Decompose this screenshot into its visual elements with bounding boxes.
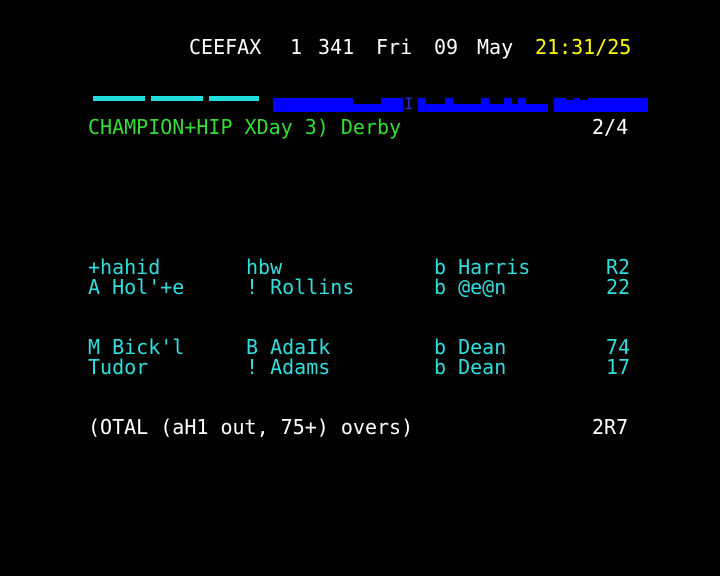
title-line: CHAMPION+HIP XDay 3) Derby 2/4 — [0, 117, 628, 137]
page-sub: 1 — [290, 35, 303, 59]
bowler: b Dean — [434, 335, 507, 359]
table-row: Tudor ! Adams b Dean 17 — [0, 357, 630, 377]
dismissal: hbw — [246, 255, 283, 279]
band-block — [381, 98, 403, 106]
batsman-name: +hahid — [88, 255, 161, 279]
band-block — [481, 98, 489, 104]
clock: 21:31/25 — [535, 35, 632, 59]
subpage-counter: 2/4 — [592, 115, 629, 139]
band-dash — [209, 96, 259, 101]
batsman-name: M Bick'l — [88, 335, 185, 359]
batsman-name: A Hol'+e — [88, 275, 185, 299]
band-marker-glyph: I — [404, 94, 414, 113]
band-block — [445, 98, 453, 104]
table-row: A Hol'+e ! Rollins b @e@n 22 — [0, 277, 630, 297]
band-block — [504, 98, 512, 104]
service-name: CEEFAX — [189, 35, 262, 59]
total-label: (OTAL (aH1 out, 75+) overs) — [88, 415, 414, 439]
dismissal: ! Rollins — [246, 275, 355, 299]
header-band-graphic: I — [90, 96, 650, 112]
page-number: 341 — [318, 35, 355, 59]
band-block — [518, 98, 526, 104]
band-dash — [151, 96, 203, 101]
batsman-name: Tudor — [88, 355, 149, 379]
band-block — [418, 98, 426, 104]
band-gap — [580, 96, 588, 100]
band-block — [273, 98, 353, 112]
table-row: M Bick'l B AdaIk b Dean 74 — [0, 337, 630, 357]
total-line: (OTAL (aH1 out, 75+) overs) 2R7 — [0, 417, 628, 437]
month: May — [477, 35, 514, 59]
table-row: +hahid hbw b Harris R2 — [0, 257, 630, 277]
runs: 17 — [606, 355, 631, 379]
teletext-screen: CEEFAX 1 341 Fri 09 May 21:31/25 I CHAMP… — [0, 0, 720, 576]
bowler: b Harris — [434, 255, 531, 279]
dismissal: B AdaIk — [246, 335, 331, 359]
bowler: b Dean — [434, 355, 507, 379]
page-title: CHAMPION+HIP XDay 3) Derby — [88, 115, 402, 139]
runs: 22 — [606, 275, 631, 299]
runs: 74 — [606, 335, 631, 359]
date: 09 — [434, 35, 459, 59]
runs: R2 — [606, 255, 631, 279]
band-block — [418, 104, 548, 112]
total-value: 2R7 — [592, 415, 629, 439]
band-dash — [93, 96, 145, 101]
band-block — [554, 98, 648, 112]
dismissal: ! Adams — [246, 355, 331, 379]
day: Fri — [376, 35, 413, 59]
band-gap — [566, 96, 574, 100]
bowler: b @e@n — [434, 275, 507, 299]
header-line: CEEFAX 1 341 Fri 09 May 21:31/25 — [0, 37, 631, 57]
